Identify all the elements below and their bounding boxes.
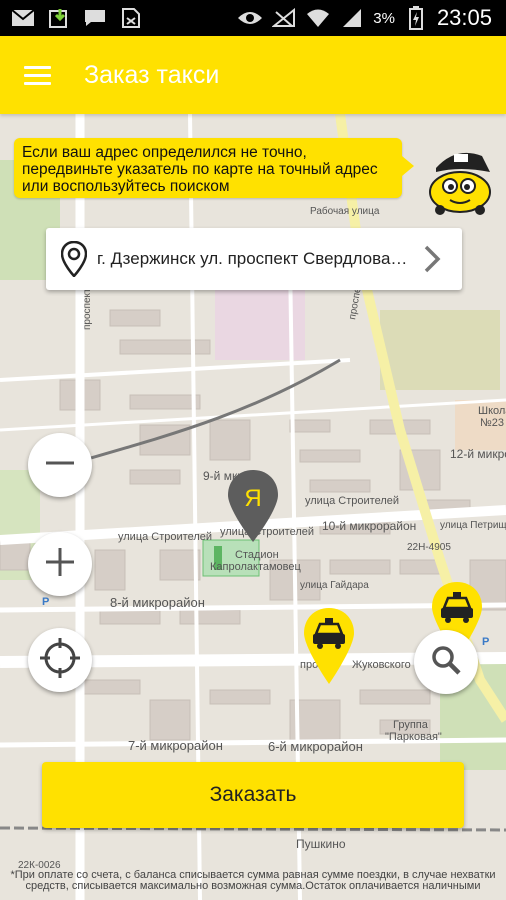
label-prospekt-left: проспект xyxy=(82,288,93,330)
zoom-in-button[interactable] xyxy=(28,532,92,596)
park-area xyxy=(380,310,500,390)
label-pushkino: Пушкино xyxy=(296,837,346,851)
label-street-stroiteley: улица Строителей xyxy=(118,531,212,543)
mail-icon xyxy=(10,7,36,29)
pin-letter: Я xyxy=(244,485,261,512)
building xyxy=(359,689,431,705)
battery-charging-icon xyxy=(403,6,429,30)
page-title: Заказ такси xyxy=(84,60,220,89)
building xyxy=(399,559,441,575)
center-pin[interactable]: Я xyxy=(226,468,280,549)
label-district-8: 8-й микрорайон xyxy=(110,595,205,610)
sms-icon xyxy=(82,7,108,29)
label-street-stroiteley: улица Строителей xyxy=(305,495,399,507)
taxi-marker-icon[interactable] xyxy=(302,606,356,691)
building xyxy=(299,449,361,463)
footnote: *При оплате со счета, с баланса списывае… xyxy=(0,870,506,892)
location-pin-icon xyxy=(59,239,89,279)
locate-button[interactable] xyxy=(28,628,92,692)
label-street-petrishcheva: улица Петрищева xyxy=(440,520,506,531)
hint-line: Если ваш адрес определился не точно, xyxy=(22,144,307,161)
battery-percent: 3% xyxy=(373,9,395,27)
sim-icon xyxy=(118,7,144,29)
zoom-out-button[interactable] xyxy=(28,433,92,497)
signal-icon xyxy=(339,7,365,29)
no-signal-icon xyxy=(271,7,297,29)
building xyxy=(209,419,251,461)
label-school: Школа xyxy=(478,405,506,417)
zoom-in-icon xyxy=(43,545,77,584)
address-text: г. Дзержинск ул. проспект Свердлова… xyxy=(97,249,408,268)
label-zhukovskogo: Жуковского xyxy=(352,659,411,671)
building xyxy=(209,689,271,705)
building xyxy=(99,609,161,625)
search-button[interactable] xyxy=(414,630,478,694)
building xyxy=(79,679,141,695)
crosshair-icon xyxy=(38,636,82,685)
search-icon xyxy=(429,643,463,682)
chevron-right-icon[interactable] xyxy=(414,239,450,279)
building xyxy=(119,339,211,355)
hint-line: или воспользуйтесь поиском xyxy=(22,178,230,195)
order-button[interactable]: Заказать xyxy=(42,762,464,828)
building xyxy=(109,309,161,327)
download-icon xyxy=(46,7,72,29)
app-bar: Заказ такси xyxy=(0,36,506,114)
label-district-6: 6-й микрорайон xyxy=(268,739,363,754)
building xyxy=(149,699,191,741)
label-road-22n-4905: 22Н-4905 xyxy=(407,542,451,553)
hint-bubble: Если ваш адрес определился не точно, пер… xyxy=(14,138,414,198)
footnote-line: средств, списывается максимально возможн… xyxy=(25,880,481,892)
clock: 23:05 xyxy=(436,5,492,30)
building xyxy=(179,609,241,625)
address-field[interactable]: г. Дзержинск ул. проспект Свердлова… xyxy=(46,228,462,290)
building xyxy=(329,559,391,575)
taxi-mascot-icon xyxy=(420,142,496,218)
wifi-icon xyxy=(305,7,331,29)
building xyxy=(309,479,371,493)
label-district-12: 12-й микро xyxy=(450,447,506,461)
building xyxy=(129,469,181,485)
status-bar: 3% 23:05 xyxy=(0,0,506,36)
building xyxy=(94,549,126,591)
label-group-name: "Парковая" xyxy=(385,731,442,743)
hint-line: передвиньте указатель по карте на точный… xyxy=(22,161,378,178)
menu-icon[interactable] xyxy=(24,55,64,95)
label-school-number: №23 xyxy=(480,417,504,429)
building xyxy=(289,419,331,433)
zoom-out-icon xyxy=(43,446,77,485)
label-group: Группа xyxy=(393,719,429,731)
parking-icon: P xyxy=(42,596,49,608)
label-district-10: 10-й микрорайон xyxy=(322,519,416,533)
building xyxy=(129,394,201,410)
eye-icon xyxy=(237,7,263,29)
label-street-gaidara: улица Гайдара xyxy=(300,580,369,591)
label-stadium-name: Капролактамовец xyxy=(210,561,301,573)
label-stadium: Стадион xyxy=(235,549,279,561)
label-district-7: 7-й микрорайон xyxy=(128,738,223,753)
label-street-rabochaya: Рабочая улица xyxy=(310,205,380,217)
